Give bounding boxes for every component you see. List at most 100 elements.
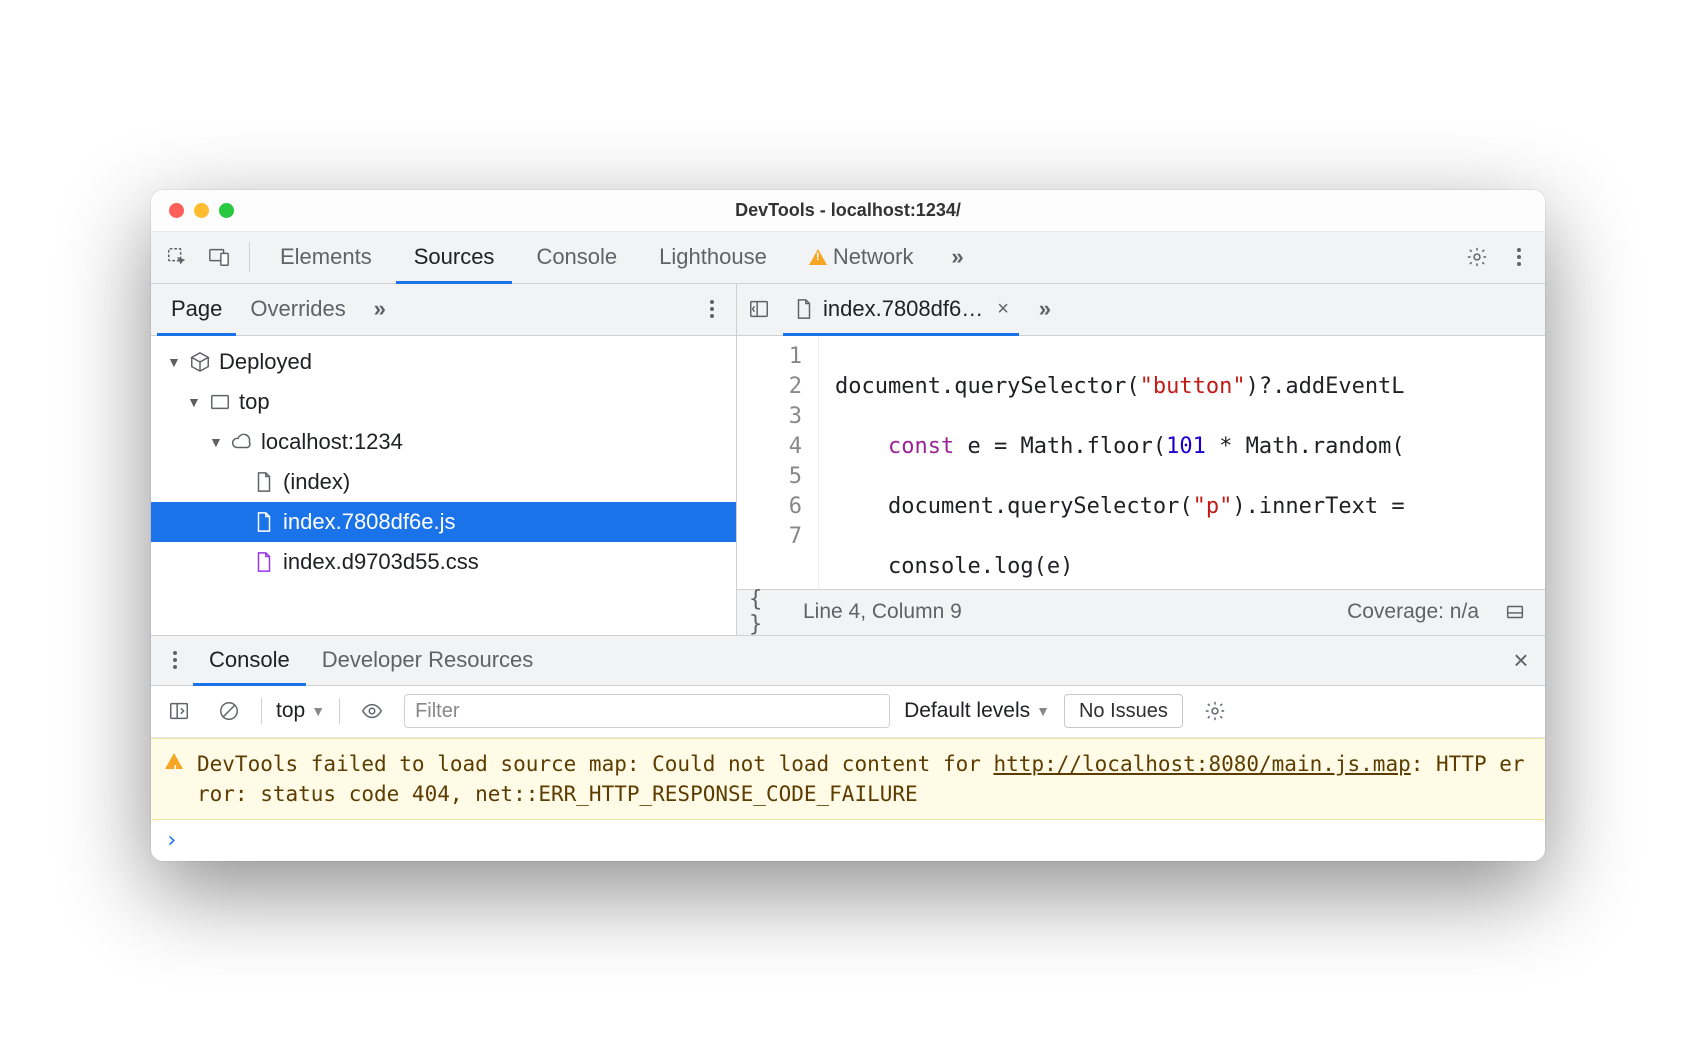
warning-icon <box>165 753 183 769</box>
cube-icon <box>189 351 211 373</box>
console-prompt[interactable]: › <box>151 820 1545 861</box>
tree-node-index[interactable]: (index) <box>151 462 736 502</box>
tree-label: index.7808df6e.js <box>283 509 455 535</box>
drawer-tab-devres-label: Developer Resources <box>322 647 534 673</box>
toggle-navigator-icon[interactable] <box>741 291 777 327</box>
line-number: 7 <box>743 522 802 552</box>
editor-tabs: index.7808df6… × » <box>737 284 1545 336</box>
navigator-tab-overrides-label: Overrides <box>250 296 345 322</box>
editor-tab-file[interactable]: index.7808df6… × <box>783 284 1019 335</box>
filter-placeholder: Filter <box>415 700 459 723</box>
navigator-more-tabs[interactable]: » <box>360 291 396 327</box>
file-tree: ▼ Deployed ▼ top ▼ localhost:1234 (index… <box>151 336 736 635</box>
caret-down-icon: ▼ <box>187 394 201 410</box>
editor-area: index.7808df6… × » 1 2 3 4 5 6 7 documen… <box>737 284 1545 635</box>
warning-link[interactable]: http://localhost:8080/main.js.map <box>994 752 1411 776</box>
caret-down-icon: ▼ <box>167 354 181 370</box>
cursor-position: Line 4, Column 9 <box>803 600 962 624</box>
tab-network[interactable]: Network <box>791 232 932 283</box>
tab-console[interactable]: Console <box>518 232 635 283</box>
line-number: 1 <box>743 342 802 372</box>
tree-node-top[interactable]: ▼ top <box>151 382 736 422</box>
drawer-tab-console[interactable]: Console <box>193 636 306 685</box>
console-settings-icon[interactable] <box>1197 693 1233 729</box>
coverage-status: Coverage: n/a <box>1347 600 1479 624</box>
editor-statusbar: { } Line 4, Column 9 Coverage: n/a <box>737 589 1545 635</box>
editor-more-tabs[interactable]: » <box>1025 291 1061 327</box>
levels-label: Default levels <box>904 699 1030 723</box>
line-number: 3 <box>743 402 802 432</box>
tab-sources-label: Sources <box>414 244 495 270</box>
show-drawer-icon[interactable] <box>1497 594 1533 630</box>
clear-console-icon[interactable] <box>211 693 247 729</box>
inspect-element-icon[interactable] <box>159 239 195 275</box>
line-number: 2 <box>743 372 802 402</box>
console-output: DevTools failed to load source map: Coul… <box>151 738 1545 861</box>
tree-label: Deployed <box>219 349 312 375</box>
live-expression-icon[interactable] <box>354 693 390 729</box>
console-toolbar: top ▼ Filter Default levels ▼ No Issues <box>151 686 1545 738</box>
navigator-sidebar: Page Overrides » ▼ Deployed ▼ top ▼ <box>151 284 737 635</box>
minimize-window-button[interactable] <box>194 203 209 218</box>
drawer-tab-devres[interactable]: Developer Resources <box>306 636 550 685</box>
separator <box>261 698 262 724</box>
console-sidebar-toggle-icon[interactable] <box>161 693 197 729</box>
tree-node-deployed[interactable]: ▼ Deployed <box>151 342 736 382</box>
navigator-kebab-icon[interactable] <box>694 291 730 327</box>
close-window-button[interactable] <box>169 203 184 218</box>
window-title: DevTools - localhost:1234/ <box>151 200 1545 221</box>
navigator-tabs: Page Overrides » <box>151 284 736 336</box>
caret-down-icon: ▼ <box>209 434 223 450</box>
tab-elements-label: Elements <box>280 244 372 270</box>
tab-network-label: Network <box>833 244 914 270</box>
navigator-tab-page-label: Page <box>171 296 222 322</box>
chevron-down-icon: ▼ <box>1036 703 1050 719</box>
drawer-tab-console-label: Console <box>209 647 290 673</box>
document-icon <box>793 298 815 320</box>
line-gutter: 1 2 3 4 5 6 7 <box>737 336 819 589</box>
navigator-tab-overrides[interactable]: Overrides <box>236 284 359 335</box>
tree-label: localhost:1234 <box>261 429 403 455</box>
document-icon <box>253 471 275 493</box>
close-drawer-icon[interactable]: × <box>1503 642 1539 678</box>
tab-sources[interactable]: Sources <box>396 232 513 283</box>
editor-tab-label: index.7808df6… <box>823 296 983 322</box>
sources-panel: Page Overrides » ▼ Deployed ▼ top ▼ <box>151 284 1545 636</box>
tree-node-js-file[interactable]: index.7808df6e.js <box>151 502 736 542</box>
tab-elements[interactable]: Elements <box>262 232 390 283</box>
kebab-menu-icon[interactable] <box>1501 239 1537 275</box>
zoom-window-button[interactable] <box>219 203 234 218</box>
log-levels-selector[interactable]: Default levels ▼ <box>904 699 1050 723</box>
devtools-window: DevTools - localhost:1234/ Elements Sour… <box>151 190 1545 861</box>
document-icon <box>253 511 275 533</box>
close-tab-icon[interactable]: × <box>991 298 1009 321</box>
warning-icon <box>809 249 827 265</box>
issues-button[interactable]: No Issues <box>1064 694 1183 728</box>
line-number: 5 <box>743 462 802 492</box>
tree-node-css-file[interactable]: index.d9703d55.css <box>151 542 736 582</box>
drawer-tabs: Console Developer Resources × <box>151 636 1545 686</box>
warning-message: DevTools failed to load source map: Coul… <box>197 749 1531 809</box>
console-filter-input[interactable]: Filter <box>404 694 890 728</box>
console-warning-row[interactable]: DevTools failed to load source map: Coul… <box>151 738 1545 820</box>
tree-node-origin[interactable]: ▼ localhost:1234 <box>151 422 736 462</box>
tab-console-label: Console <box>536 244 617 270</box>
drawer-kebab-icon[interactable] <box>157 642 193 678</box>
device-toolbar-icon[interactable] <box>201 239 237 275</box>
navigator-tab-page[interactable]: Page <box>157 284 236 335</box>
pretty-print-icon[interactable]: { } <box>749 594 785 630</box>
code-editor[interactable]: 1 2 3 4 5 6 7 document.querySelector("bu… <box>737 336 1545 589</box>
window-controls <box>151 203 234 218</box>
frame-icon <box>209 391 231 413</box>
settings-icon[interactable] <box>1459 239 1495 275</box>
tree-label: index.d9703d55.css <box>283 549 479 575</box>
tab-lighthouse-label: Lighthouse <box>659 244 767 270</box>
more-tabs-button[interactable]: » <box>938 239 974 275</box>
line-number: 4 <box>743 432 802 462</box>
tree-label: top <box>239 389 270 415</box>
chevron-down-icon: ▼ <box>311 703 325 719</box>
titlebar: DevTools - localhost:1234/ <box>151 190 1545 232</box>
tab-lighthouse[interactable]: Lighthouse <box>641 232 785 283</box>
context-selector[interactable]: top ▼ <box>276 699 325 723</box>
context-label: top <box>276 699 305 723</box>
